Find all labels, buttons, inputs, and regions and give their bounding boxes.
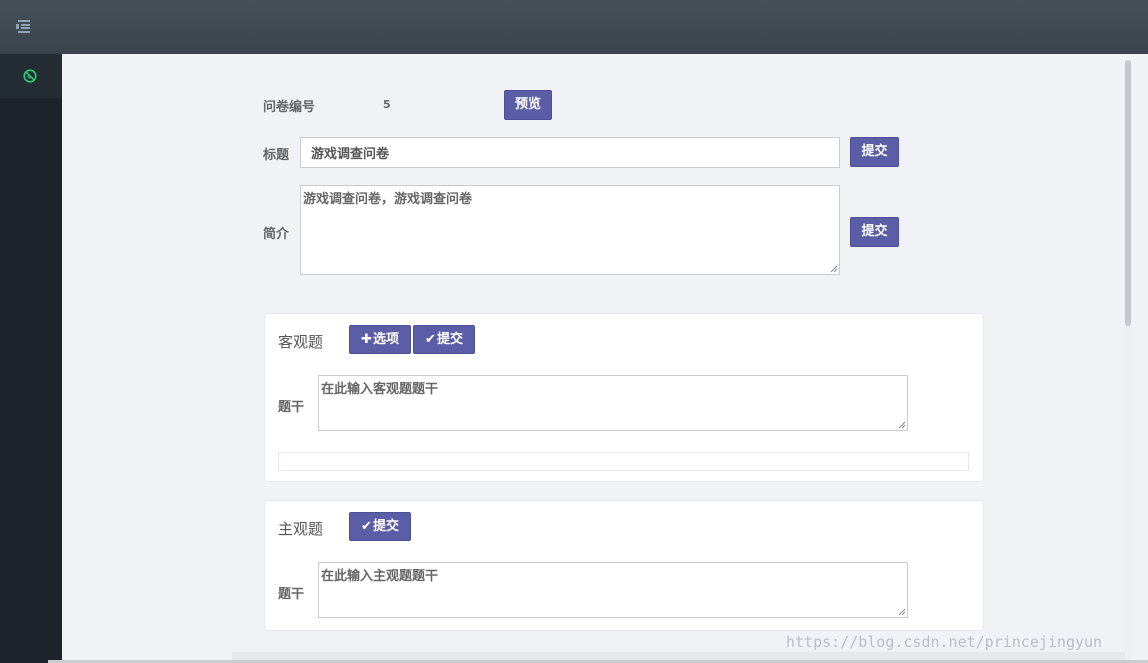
main-content: 问卷编号 5 预览 标题 提交 简介 游戏调查问卷，游戏调查问卷 提交 客观题 … xyxy=(62,54,1148,663)
top-navbar xyxy=(0,0,1148,54)
resize-grip-icon[interactable] xyxy=(898,421,906,429)
options-container xyxy=(278,452,969,471)
subjective-panel-title: 主观题 xyxy=(278,520,324,538)
vertical-scrollbar-thumb[interactable] xyxy=(1125,60,1131,326)
intro-submit-button[interactable]: 提交 xyxy=(850,217,899,247)
objective-submit-label: 提交 xyxy=(436,332,463,347)
preview-button[interactable]: 预览 xyxy=(504,90,552,120)
intro-label: 简介 xyxy=(263,227,290,242)
plus-icon: ✚ xyxy=(361,332,372,347)
intro-text: 游戏调查问卷，游戏调查问卷 xyxy=(303,192,473,207)
sidebar xyxy=(0,54,62,663)
subjective-stem-label: 题干 xyxy=(278,587,305,602)
resize-grip-icon[interactable] xyxy=(830,265,838,273)
intro-textarea[interactable]: 游戏调查问卷，游戏调查问卷 xyxy=(300,185,840,275)
sidebar-item-active[interactable] xyxy=(0,54,62,98)
menu-icon[interactable] xyxy=(16,19,32,33)
questionnaire-id-label: 问卷编号 xyxy=(263,100,316,115)
objective-stem-label: 题干 xyxy=(278,400,305,415)
subjective-submit-label: 提交 xyxy=(372,519,399,534)
objective-submit-button[interactable]: ✔提交 xyxy=(413,325,475,354)
resize-grip-icon[interactable] xyxy=(898,608,906,616)
objective-stem-placeholder: 在此输入客观题题干 xyxy=(321,382,439,397)
subjective-stem-placeholder: 在此输入主观题题干 xyxy=(321,569,439,584)
compass-icon xyxy=(23,69,37,83)
subjective-question-panel: 主观题 ✔提交 题干 在此输入主观题题干 xyxy=(264,500,984,631)
objective-panel-title: 客观题 xyxy=(278,333,324,351)
add-option-label: 选项 xyxy=(372,332,399,347)
title-label: 标题 xyxy=(263,148,290,163)
objective-stem-textarea[interactable]: 在此输入客观题题干 xyxy=(318,375,908,431)
subjective-submit-button[interactable]: ✔提交 xyxy=(349,512,411,541)
objective-question-panel: 客观题 ✚选项 ✔提交 题干 在此输入客观题题干 xyxy=(264,313,984,482)
check-icon: ✔ xyxy=(361,519,372,534)
watermark-text: https://blog.csdn.net/princejingyun xyxy=(786,633,1103,651)
check-icon: ✔ xyxy=(425,332,436,347)
title-input[interactable] xyxy=(300,137,840,168)
subjective-stem-textarea[interactable]: 在此输入主观题题干 xyxy=(318,562,908,618)
questionnaire-id-value: 5 xyxy=(383,98,391,111)
title-submit-button[interactable]: 提交 xyxy=(850,137,899,167)
add-option-button[interactable]: ✚选项 xyxy=(349,325,411,354)
